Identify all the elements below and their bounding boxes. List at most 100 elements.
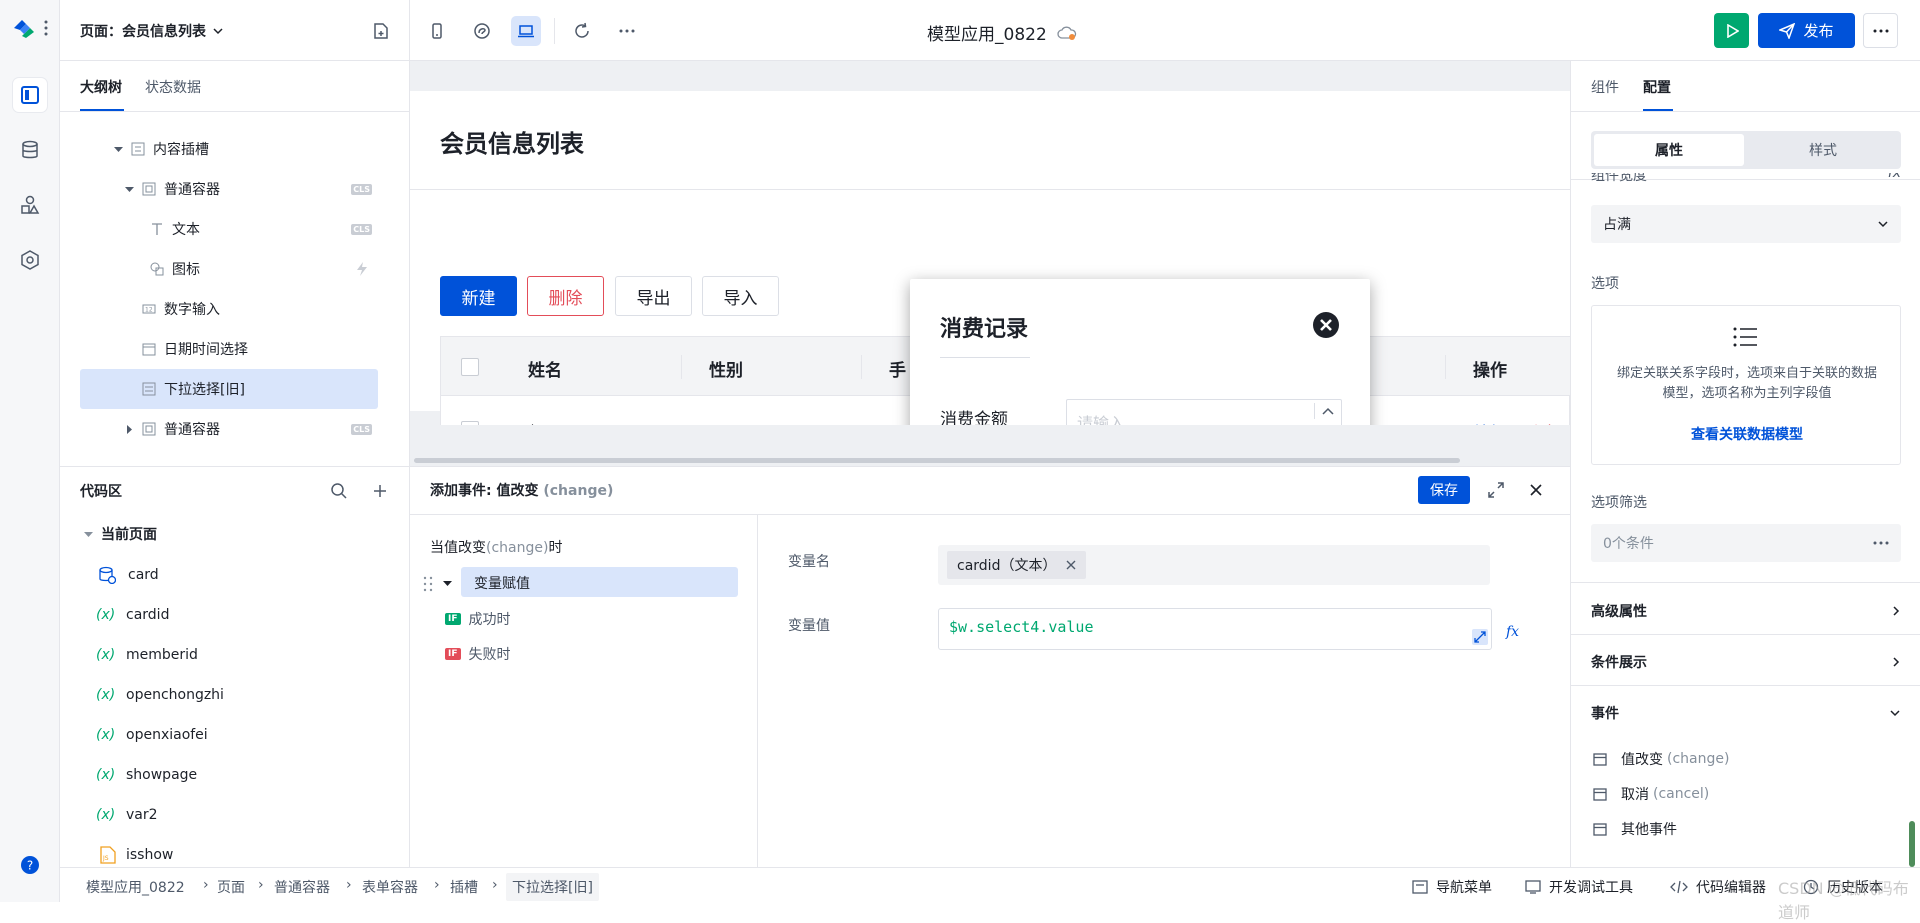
top-more-button[interactable] bbox=[1863, 13, 1898, 48]
publish-button[interactable]: 发布 bbox=[1758, 13, 1855, 48]
code-item-var[interactable]: (x) openxiaofei bbox=[96, 715, 208, 755]
vertical-scrollbar[interactable] bbox=[1909, 821, 1915, 867]
close-icon[interactable] bbox=[1066, 560, 1076, 570]
rail-components-button[interactable] bbox=[13, 188, 47, 222]
tree-node-datetime[interactable]: 日期时间选择 bbox=[80, 329, 378, 369]
more-button[interactable] bbox=[612, 16, 642, 46]
add-page-button[interactable] bbox=[366, 16, 396, 46]
svg-text:12: 12 bbox=[145, 307, 153, 314]
watermark: CSDN @低代码布道师 bbox=[1778, 879, 1909, 922]
close-icon[interactable] bbox=[1529, 483, 1543, 497]
run-button[interactable] bbox=[1714, 13, 1749, 48]
bolt-icon bbox=[356, 262, 368, 276]
fx-button[interactable]: fx bbox=[1506, 624, 1519, 640]
tree-node-text[interactable]: 文本 CLS bbox=[80, 209, 378, 249]
more-horizontal-icon bbox=[1873, 29, 1889, 33]
close-icon[interactable] bbox=[1312, 311, 1340, 339]
chevron-up-icon[interactable] bbox=[1314, 403, 1340, 419]
tree-node-number-input[interactable]: 12 数字输入 bbox=[80, 289, 378, 329]
page-selector[interactable]: 页面：会员信息列表 bbox=[80, 21, 224, 41]
code-item-var[interactable]: (x) cardid bbox=[96, 595, 169, 635]
fx-icon[interactable]: fx bbox=[1888, 173, 1901, 187]
code-group-current-page[interactable]: 当前页面 bbox=[84, 524, 157, 544]
tree-node-icon[interactable]: 图标 bbox=[80, 249, 378, 289]
tab-components[interactable]: 组件 bbox=[1591, 77, 1619, 97]
breadcrumb-slot[interactable]: 插槽 bbox=[450, 877, 478, 897]
section-events[interactable]: 事件 bbox=[1591, 693, 1901, 733]
branch-fail[interactable]: IF 失败时 bbox=[445, 644, 511, 664]
action-assign-var[interactable]: 变量赋值 bbox=[461, 567, 738, 597]
miniprogram-view-button[interactable] bbox=[467, 16, 497, 46]
rail-settings-button[interactable] bbox=[13, 243, 47, 277]
var-name-select[interactable]: cardid（文本） bbox=[938, 545, 1490, 585]
breadcrumb-sep: › bbox=[203, 877, 209, 893]
breadcrumb-sep: › bbox=[492, 877, 498, 893]
monitor-icon bbox=[1525, 880, 1541, 894]
caret-right-icon bbox=[125, 424, 134, 434]
code-item-var[interactable]: (x) openchongzhi bbox=[96, 675, 224, 715]
rail-data-button[interactable] bbox=[13, 133, 47, 167]
event-en: (change) bbox=[1667, 751, 1730, 767]
col-divider bbox=[1445, 355, 1446, 379]
search-icon[interactable] bbox=[330, 482, 348, 500]
more-vertical-icon[interactable] bbox=[44, 20, 48, 36]
event-save-button[interactable]: 保存 bbox=[1418, 476, 1470, 504]
export-button[interactable]: 导出 bbox=[615, 276, 692, 316]
tree-node-content-slot[interactable]: 内容插槽 bbox=[80, 129, 378, 169]
code-item-var[interactable]: (x) var2 bbox=[96, 795, 158, 835]
code-item-card[interactable]: card bbox=[98, 555, 159, 595]
width-select-value: 占满 bbox=[1603, 217, 1631, 233]
code-editor-tool[interactable]: 代码编辑器 bbox=[1670, 877, 1766, 897]
header-checkbox[interactable] bbox=[461, 358, 479, 376]
section-advanced[interactable]: 高级属性 bbox=[1591, 591, 1901, 631]
desktop-view-button[interactable] bbox=[511, 16, 541, 46]
breadcrumb-page[interactable]: 页面 bbox=[217, 877, 245, 897]
delete-button[interactable]: 删除 bbox=[527, 276, 604, 316]
tree-node-container-2[interactable]: 普通容器 CLS bbox=[80, 409, 378, 449]
horizontal-scrollbar[interactable] bbox=[414, 458, 1460, 463]
import-button[interactable]: 导入 bbox=[702, 276, 779, 316]
plus-icon[interactable] bbox=[372, 483, 388, 499]
tab-outline[interactable]: 大纲树 bbox=[80, 77, 122, 97]
breadcrumb-form[interactable]: 表单容器 bbox=[362, 877, 418, 897]
breadcrumb-container[interactable]: 普通容器 bbox=[274, 877, 330, 897]
segment-style[interactable]: 样式 bbox=[1748, 134, 1898, 166]
event-item-cancel[interactable]: 取消 (cancel) bbox=[1593, 784, 1709, 804]
caret-down-icon[interactable] bbox=[443, 579, 452, 588]
drag-handle-icon[interactable] bbox=[423, 576, 433, 592]
app-logo-icon[interactable] bbox=[12, 18, 36, 38]
tree-node-select[interactable]: 下拉选择[旧] bbox=[80, 369, 378, 409]
if-badge-fail: IF bbox=[445, 648, 461, 660]
breadcrumb-app[interactable]: 模型应用_0822 bbox=[86, 877, 185, 897]
clipped-label-text: 组件宽度 bbox=[1591, 173, 1647, 184]
event-label: 取消 bbox=[1621, 787, 1649, 803]
var-value-input[interactable]: $w.select4.value bbox=[938, 608, 1492, 650]
tab-config[interactable]: 配置 bbox=[1643, 77, 1671, 97]
nav-menu-tool[interactable]: 导航菜单 bbox=[1412, 877, 1492, 897]
refresh-button[interactable] bbox=[567, 16, 597, 46]
expand-editor-icon[interactable] bbox=[1472, 629, 1488, 645]
container-icon bbox=[142, 182, 156, 196]
debug-tool[interactable]: 开发调试工具 bbox=[1525, 877, 1633, 897]
code-item-var[interactable]: (x) showpage bbox=[96, 755, 197, 795]
filter-input[interactable]: 0个条件 bbox=[1591, 524, 1901, 562]
event-item-other[interactable]: 其他事件 bbox=[1593, 819, 1677, 839]
segment-props[interactable]: 属性 bbox=[1594, 134, 1744, 166]
breadcrumb-current[interactable]: 下拉选择[旧] bbox=[506, 873, 599, 901]
mobile-view-button[interactable] bbox=[422, 16, 452, 46]
event-item-change[interactable]: 值改变 (change) bbox=[1593, 749, 1729, 769]
new-button[interactable]: 新建 bbox=[440, 276, 517, 316]
branch-success[interactable]: IF 成功时 bbox=[445, 609, 511, 629]
section-conditional[interactable]: 条件展示 bbox=[1591, 642, 1901, 682]
tab-state-data[interactable]: 状态数据 bbox=[145, 77, 201, 97]
rail-outline-button[interactable] bbox=[13, 78, 47, 112]
tree-node-container[interactable]: 普通容器 CLS bbox=[80, 169, 378, 209]
event-icon bbox=[1593, 787, 1607, 801]
options-link[interactable]: 查看关联数据模型 bbox=[1592, 424, 1902, 444]
width-select[interactable]: 占满 bbox=[1591, 205, 1901, 243]
more-horizontal-icon[interactable] bbox=[1873, 541, 1889, 545]
help-icon[interactable]: ? bbox=[21, 856, 39, 874]
publish-label: 发布 bbox=[1803, 22, 1834, 40]
code-item-var[interactable]: (x) memberid bbox=[96, 635, 198, 675]
expand-icon[interactable] bbox=[1487, 481, 1505, 499]
